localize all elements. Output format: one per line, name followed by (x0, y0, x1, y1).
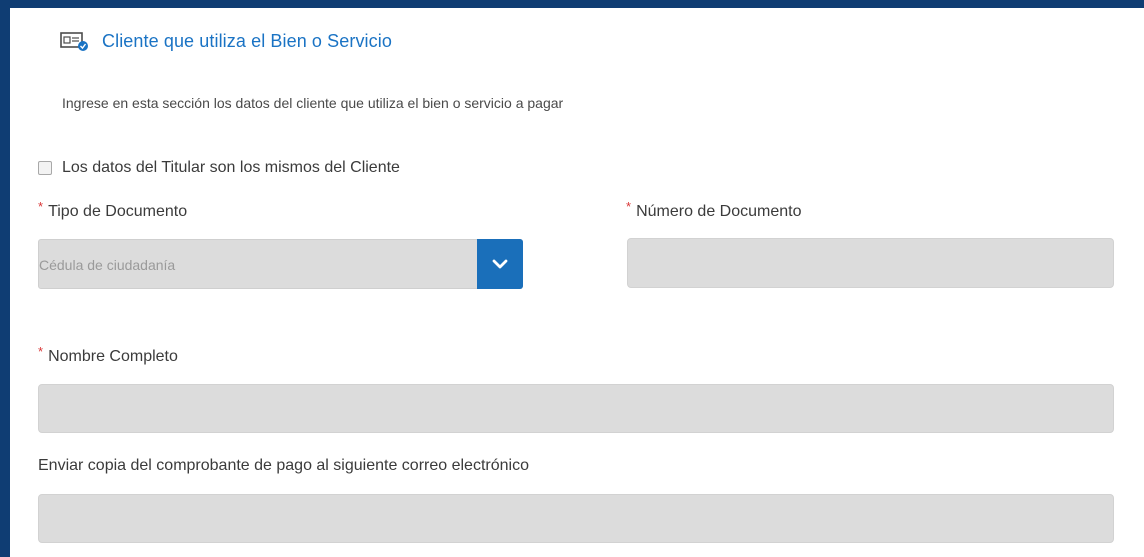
section-header: Cliente que utiliza el Bien o Servicio (60, 30, 392, 52)
chevron-down-icon[interactable] (477, 239, 523, 289)
same-holder-checkbox-label[interactable]: Los datos del Titular son los mismos del… (62, 159, 400, 177)
required-marker: * (38, 344, 44, 359)
full-name-label: * Nombre Completo (38, 344, 178, 366)
document-number-label: * Número de Documento (626, 199, 802, 221)
document-number-input[interactable] (627, 238, 1114, 288)
required-marker: * (38, 199, 44, 214)
id-card-icon (60, 30, 90, 52)
email-copy-input[interactable] (38, 494, 1114, 543)
full-name-label-text: Nombre Completo (48, 348, 178, 365)
document-type-select[interactable]: Cédula de ciudadanía (38, 239, 523, 289)
same-holder-checkbox-row[interactable]: Los datos del Titular son los mismos del… (38, 159, 400, 177)
document-type-label-text: Tipo de Documento (48, 203, 188, 220)
section-title: Cliente que utiliza el Bien o Servicio (102, 30, 392, 51)
required-marker: * (626, 199, 632, 214)
section-description: Ingrese en esta sección los datos del cl… (62, 95, 564, 111)
client-form-panel: Cliente que utiliza el Bien o Servicio I… (10, 8, 1144, 557)
document-type-label: * Tipo de Documento (38, 199, 188, 221)
document-type-selected-value: Cédula de ciudadanía (39, 257, 176, 273)
same-holder-checkbox[interactable] (38, 161, 52, 175)
full-name-input[interactable] (38, 384, 1114, 433)
email-copy-label: Enviar copia del comprobante de pago al … (38, 457, 529, 474)
document-number-label-text: Número de Documento (636, 203, 802, 220)
